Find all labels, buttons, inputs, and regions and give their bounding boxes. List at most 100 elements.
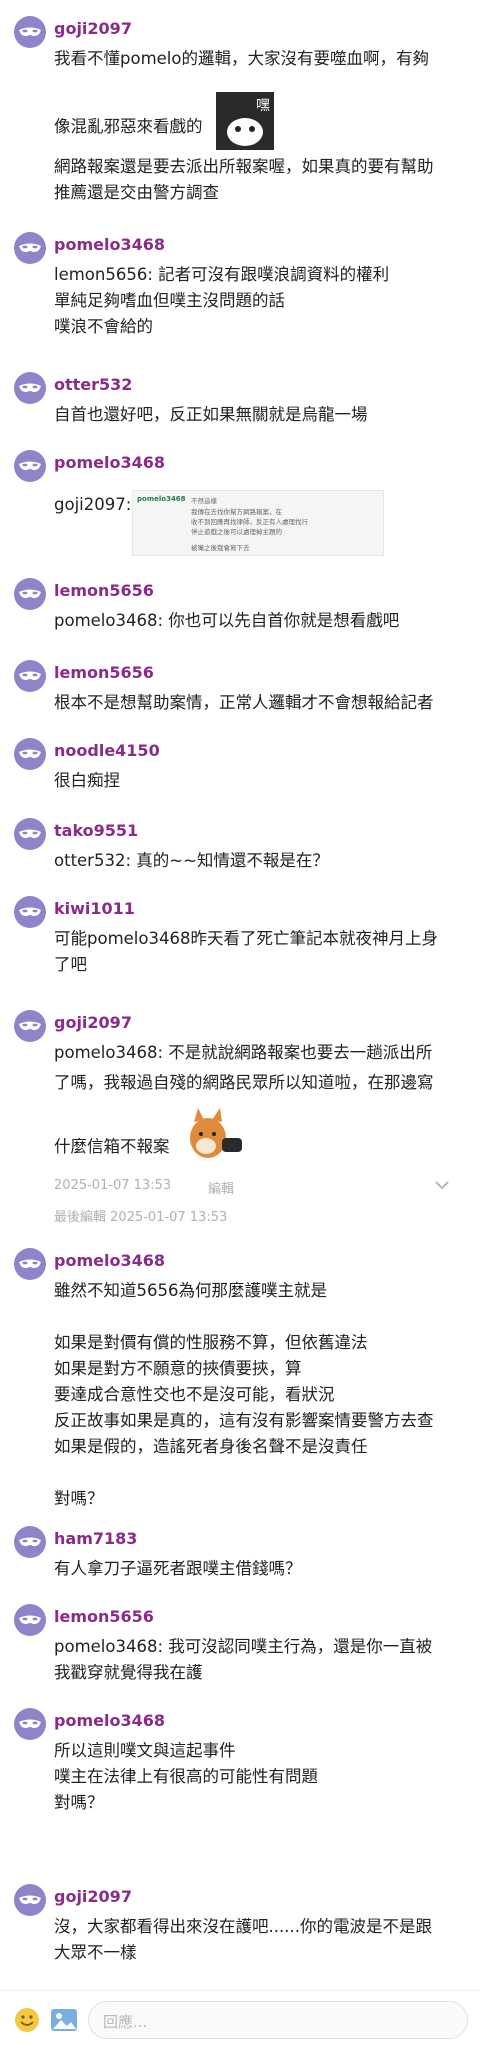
username[interactable]: noodle4150 xyxy=(54,741,160,760)
comment-text: pomelo3468: 不是就說網路報案也要去一趟派出所 xyxy=(54,1043,433,1062)
comment-text: 像混亂邪惡來看戲的 xyxy=(54,117,203,136)
comment-text: 有人拿刀子逼死者跟噗主借錢嗎？ xyxy=(54,1559,302,1578)
comment-text: 要達成合意性交也不是沒可能，看狀況 xyxy=(54,1385,335,1404)
comment-text: 雖然不知道5656為何那麼護噗主就是 xyxy=(54,1281,327,1300)
comment-text: 對嗎？ xyxy=(54,1793,104,1812)
comment: kiwi1011 可能pomelo3468昨天看了死亡筆記本就夜神月上身 了吧 xyxy=(0,896,480,986)
username[interactable]: goji2097 xyxy=(54,1013,132,1032)
mask-icon xyxy=(19,461,41,471)
comment-text: 如果是對方不願意的挾債要挾，算 xyxy=(54,1359,302,1378)
mask-icon xyxy=(19,1719,41,1729)
comment: noodle4150 很白痴捏 xyxy=(0,738,480,798)
comment-text: 如果是假的，造謠死者身後名聲不是沒責任 xyxy=(54,1437,368,1456)
avatar[interactable] xyxy=(14,1884,46,1916)
comment-text: 噗浪不會給的 xyxy=(54,317,153,336)
comment-text: 推薦還是交由警方調查 xyxy=(54,183,219,202)
screenshot-image[interactable]: pomelo3468 不然這樣 我傳在去找你幫方網路報案，在 收不到回應再找律師… xyxy=(132,490,384,556)
comment-text: 根本不是想幫助案情，正常人邏輯才不會想報給記者 xyxy=(54,693,434,712)
avatar[interactable] xyxy=(14,372,46,404)
username[interactable]: pomelo3468 xyxy=(54,453,165,472)
comment: lemon5656 根本不是想幫助案情，正常人邏輯才不會想報給記者 xyxy=(0,660,480,720)
comment: ham7183 有人拿刀子逼死者跟噗主借錢嗎？ xyxy=(0,1526,480,1586)
reply-input[interactable]: 回應... xyxy=(88,2001,468,2039)
comment-text: 反正故事如果是真的，這有沒有影響案情要警方去查 xyxy=(54,1411,434,1430)
comment-text: 對嗎？ xyxy=(54,1489,104,1508)
sticker-image[interactable] xyxy=(180,1106,244,1168)
comment-text: 單純足夠嗜血但噗主沒問題的話 xyxy=(54,291,285,310)
username[interactable]: otter532 xyxy=(54,375,132,394)
avatar[interactable] xyxy=(14,232,46,264)
avatar[interactable] xyxy=(14,738,46,770)
mask-icon xyxy=(19,907,41,917)
comment-text: pomelo3468: 我可沒認同噗主行為，還是你一直被 xyxy=(54,1637,433,1656)
username[interactable]: pomelo3468 xyxy=(54,1711,165,1730)
mask-icon xyxy=(19,383,41,393)
comment-text: 大眾不一樣 xyxy=(54,1943,137,1962)
comment-text: 可能pomelo3468昨天看了死亡筆記本就夜神月上身 xyxy=(54,929,438,948)
comment-text: goji2097: xyxy=(54,495,132,514)
username[interactable]: goji2097 xyxy=(54,19,132,38)
comment-text: 沒，大家都看得出來沒在護吧......你的電波是不是跟 xyxy=(54,1917,432,1936)
quote-user: pomelo3468 xyxy=(137,495,186,503)
username[interactable]: lemon5656 xyxy=(54,663,154,682)
svg-text:嘿: 嘿 xyxy=(256,98,270,114)
avatar[interactable] xyxy=(14,578,46,610)
comment-text: 網路報案還是要去派出所報案喔，如果真的要有幫助 xyxy=(54,157,434,176)
image-icon[interactable] xyxy=(50,2007,78,2033)
username[interactable]: ham7183 xyxy=(54,1529,137,1548)
mask-icon xyxy=(19,1615,41,1625)
comment-text: 了吧 xyxy=(54,955,87,974)
avatar[interactable] xyxy=(14,450,46,482)
comment-text: 很白痴捏 xyxy=(54,771,120,790)
comment: goji2097 我看不懂pomelo的邏輯，大家沒有要噬血啊，有夠 像混亂邪惡… xyxy=(0,16,480,206)
username[interactable]: pomelo3468 xyxy=(54,1251,165,1270)
sticker-image[interactable]: 嘿 xyxy=(216,92,274,150)
username[interactable]: lemon5656 xyxy=(54,581,154,600)
username[interactable]: goji2097 xyxy=(54,1887,132,1906)
avatar[interactable] xyxy=(14,1010,46,1042)
mask-icon xyxy=(19,27,41,37)
avatar[interactable] xyxy=(14,1526,46,1558)
avatar[interactable] xyxy=(14,1708,46,1740)
username[interactable]: tako9551 xyxy=(54,821,138,840)
mask-icon xyxy=(19,1259,41,1269)
comment: goji2097 pomelo3468: 不是就說網路報案也要去一趟派出所 了嗎… xyxy=(0,1010,480,1230)
comment-text: 我戳穿就覺得我在護 xyxy=(54,1663,203,1682)
comment: pomelo3468 雖然不知道5656為何那麼護噗主就是 如果是對價有償的性服… xyxy=(0,1248,480,1512)
comment: pomelo3468 goji2097: pomelo3468 不然這樣 我傳在… xyxy=(0,450,480,560)
avatar[interactable] xyxy=(14,818,46,850)
quote-line: 被嘴之後我會寫下去 xyxy=(191,544,250,552)
avatar[interactable] xyxy=(14,660,46,692)
comment-text: otter532: 真的~~知情還不報是在？ xyxy=(54,851,329,870)
smiley-icon[interactable] xyxy=(14,2007,40,2033)
mask-icon xyxy=(19,671,41,681)
username[interactable]: kiwi1011 xyxy=(54,899,135,918)
reply-placeholder: 回應... xyxy=(103,2013,148,2031)
avatar[interactable] xyxy=(14,16,46,48)
reply-bar: 回應... xyxy=(0,1990,480,2048)
comment: otter532 自首也還好吧，反正如果無關就是烏龍一場 xyxy=(0,372,480,432)
avatar[interactable] xyxy=(14,896,46,928)
username[interactable]: lemon5656 xyxy=(54,1607,154,1626)
comment-text: 噗主在法律上有很高的可能性有問題 xyxy=(54,1767,318,1786)
comment: goji2097 沒，大家都看得出來沒在護吧......你的電波是不是跟 大眾不… xyxy=(0,1884,480,1980)
comment-text: 自首也還好吧，反正如果無關就是烏龍一場 xyxy=(54,405,368,424)
quote-line: 收不到回應再找律師，反正有人處理找行 xyxy=(191,518,308,526)
mask-icon xyxy=(19,243,41,253)
comment: lemon5656 pomelo3468: 我可沒認同噗主行為，還是你一直被 我… xyxy=(0,1604,480,1694)
mask-icon xyxy=(19,1895,41,1905)
avatar[interactable] xyxy=(14,1248,46,1280)
chevron-down-icon[interactable] xyxy=(434,1176,450,1195)
comment-text: 如果是對價有償的性服務不算，但依舊違法 xyxy=(54,1333,368,1352)
comment: pomelo3468 lemon5656: 記者可沒有跟噗浪調資料的權利 單純足… xyxy=(0,232,480,352)
comment: tako9551 otter532: 真的~~知情還不報是在？ xyxy=(0,818,480,878)
comment-text: 了嗎，我報過自殘的網路民眾所以知道啦，在那邊寫 xyxy=(54,1073,434,1092)
comment: lemon5656 pomelo3468: 你也可以先自首你就是想看戲吧 xyxy=(0,578,480,638)
mask-icon xyxy=(19,589,41,599)
edit-link[interactable]: 編輯 xyxy=(208,1178,234,1197)
mask-icon xyxy=(19,749,41,759)
comment-text: pomelo3468: 你也可以先自首你就是想看戲吧 xyxy=(54,611,400,630)
mask-icon xyxy=(19,1537,41,1547)
avatar[interactable] xyxy=(14,1604,46,1636)
username[interactable]: pomelo3468 xyxy=(54,235,165,254)
